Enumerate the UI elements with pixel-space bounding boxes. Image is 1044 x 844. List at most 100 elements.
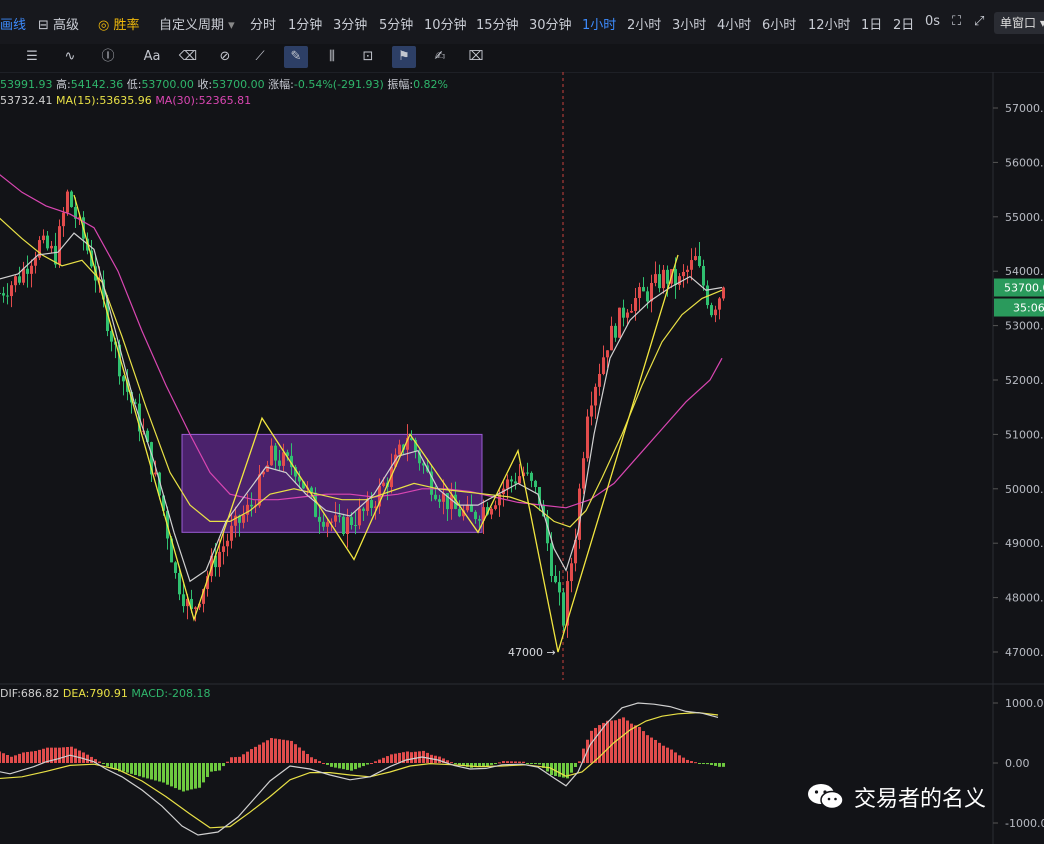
- candle-body[interactable]: [590, 405, 593, 417]
- candle-body[interactable]: [626, 312, 629, 318]
- candle-body[interactable]: [658, 274, 661, 289]
- candle-body[interactable]: [154, 472, 157, 475]
- candle-body[interactable]: [22, 268, 25, 283]
- candle-body[interactable]: [694, 256, 697, 261]
- candle-body[interactable]: [318, 516, 321, 522]
- candle-body[interactable]: [174, 562, 177, 574]
- candle-body[interactable]: [722, 287, 725, 299]
- candle-body[interactable]: [562, 592, 565, 626]
- candle-body[interactable]: [218, 551, 221, 568]
- candle-body[interactable]: [610, 325, 613, 351]
- candle-body[interactable]: [434, 494, 437, 500]
- candle-body[interactable]: [450, 494, 453, 510]
- candle-body[interactable]: [554, 576, 557, 583]
- candle-body[interactable]: [678, 276, 681, 285]
- candle-body[interactable]: [398, 444, 401, 455]
- candle-body[interactable]: [338, 515, 341, 517]
- candle-body[interactable]: [370, 500, 373, 508]
- candle-body[interactable]: [222, 546, 225, 552]
- candle-body[interactable]: [614, 325, 617, 338]
- candle-body[interactable]: [178, 573, 181, 595]
- candle-body[interactable]: [346, 517, 349, 535]
- candle-body[interactable]: [270, 445, 273, 466]
- candle-body[interactable]: [586, 416, 589, 459]
- candle-body[interactable]: [122, 376, 125, 382]
- candle-body[interactable]: [710, 305, 713, 316]
- candle-body[interactable]: [598, 373, 601, 387]
- candle-body[interactable]: [602, 357, 605, 374]
- candle-body[interactable]: [278, 460, 281, 466]
- candle-body[interactable]: [282, 452, 285, 466]
- candle-body[interactable]: [266, 465, 269, 472]
- candle-body[interactable]: [342, 516, 345, 535]
- candle-body[interactable]: [226, 540, 229, 547]
- candle-body[interactable]: [70, 191, 73, 208]
- candle-body[interactable]: [518, 476, 521, 484]
- candle-body[interactable]: [10, 285, 13, 297]
- candle-body[interactable]: [582, 458, 585, 489]
- candle-body[interactable]: [478, 519, 481, 521]
- candle-body[interactable]: [714, 309, 717, 316]
- candle-body[interactable]: [638, 287, 641, 299]
- candle-body[interactable]: [558, 582, 561, 593]
- candle-body[interactable]: [62, 212, 65, 227]
- candle-body[interactable]: [246, 504, 249, 515]
- candle-body[interactable]: [358, 508, 361, 526]
- candle-body[interactable]: [570, 563, 573, 582]
- candle-body[interactable]: [606, 350, 609, 358]
- candle-body[interactable]: [458, 508, 461, 517]
- candle-body[interactable]: [526, 472, 529, 474]
- candle-body[interactable]: [18, 276, 21, 283]
- candle-body[interactable]: [674, 269, 677, 285]
- candle-body[interactable]: [594, 386, 597, 406]
- candle-body[interactable]: [654, 274, 657, 283]
- candle-body[interactable]: [506, 479, 509, 489]
- candle-body[interactable]: [662, 269, 665, 289]
- candle-body[interactable]: [250, 504, 253, 507]
- candle-body[interactable]: [474, 511, 477, 520]
- candlestick-chart[interactable]: 57000.00 56000.00 55000.00 54000.00 53000.00…: [0, 0, 1044, 844]
- candle-body[interactable]: [510, 479, 513, 482]
- candle-body[interactable]: [530, 472, 533, 481]
- candle-body[interactable]: [182, 594, 185, 607]
- candle-body[interactable]: [230, 525, 233, 541]
- candle-body[interactable]: [194, 607, 197, 609]
- candle-body[interactable]: [698, 256, 701, 266]
- candle-body[interactable]: [382, 482, 385, 486]
- candle-body[interactable]: [514, 481, 517, 484]
- candle-body[interactable]: [334, 515, 337, 522]
- candle-body[interactable]: [314, 492, 317, 517]
- candle-body[interactable]: [690, 260, 693, 270]
- candle-body[interactable]: [50, 245, 53, 249]
- candle-body[interactable]: [242, 514, 245, 523]
- candle-body[interactable]: [354, 525, 357, 527]
- candle-body[interactable]: [2, 293, 5, 296]
- candle-body[interactable]: [618, 307, 621, 338]
- candle-body[interactable]: [666, 269, 669, 284]
- candle-body[interactable]: [438, 499, 441, 502]
- candle-body[interactable]: [630, 310, 633, 313]
- candle-body[interactable]: [642, 287, 645, 292]
- candle-body[interactable]: [702, 265, 705, 286]
- candle-body[interactable]: [322, 521, 325, 527]
- candle-body[interactable]: [42, 235, 45, 241]
- candle-body[interactable]: [14, 276, 17, 286]
- candle-body[interactable]: [66, 191, 69, 213]
- candle-body[interactable]: [350, 517, 353, 526]
- candle-body[interactable]: [46, 235, 49, 249]
- candle-body[interactable]: [6, 295, 9, 297]
- range-box-drawing[interactable]: [181, 433, 483, 533]
- candle-body[interactable]: [686, 269, 689, 272]
- candle-body[interactable]: [634, 298, 637, 311]
- candle-body[interactable]: [646, 291, 649, 302]
- candle-body[interactable]: [26, 268, 29, 274]
- candle-body[interactable]: [30, 265, 33, 274]
- candle-body[interactable]: [622, 307, 625, 318]
- candle-body[interactable]: [494, 505, 497, 509]
- candle-body[interactable]: [326, 522, 329, 527]
- candle-body[interactable]: [0, 292, 1, 294]
- candle-body[interactable]: [682, 271, 685, 277]
- candle-body[interactable]: [258, 474, 261, 506]
- candle-body[interactable]: [534, 480, 537, 488]
- candle-body[interactable]: [718, 298, 721, 310]
